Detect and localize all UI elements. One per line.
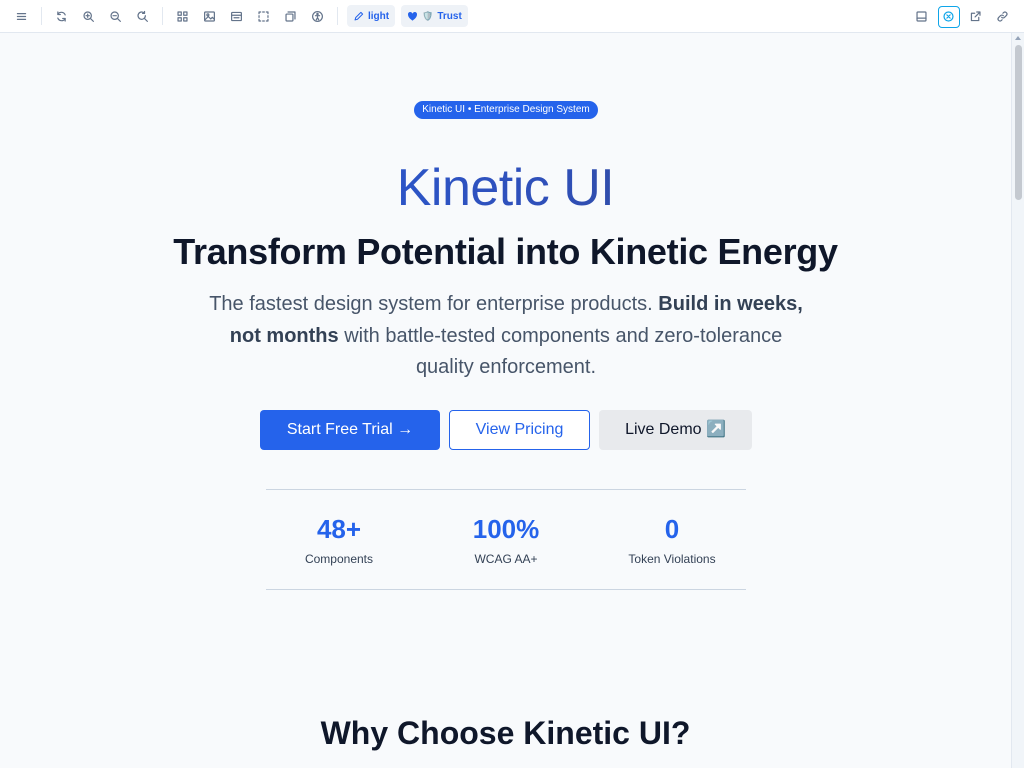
heart-icon	[408, 11, 418, 21]
pen-icon	[354, 11, 364, 20]
image-icon[interactable]	[199, 5, 221, 27]
hero-lead: The fastest design system for enterprise…	[200, 289, 812, 384]
stat-value: 48+	[316, 514, 362, 544]
layout-icon[interactable]	[226, 5, 248, 27]
grid-icon[interactable]	[172, 5, 194, 27]
theme-toggle[interactable]: light	[347, 5, 396, 27]
external-link-icon[interactable]	[965, 6, 987, 28]
trust-label: Trust	[437, 10, 462, 22]
toolbar-divider	[162, 7, 163, 25]
stat-components: 48+ Components	[259, 513, 419, 567]
link-icon[interactable]	[992, 6, 1014, 28]
theme-label: light	[368, 10, 390, 22]
refresh-icon[interactable]	[51, 5, 73, 27]
zoom-out-icon[interactable]	[105, 5, 127, 27]
zoom-in-icon[interactable]	[78, 5, 100, 27]
toolbar-divider	[337, 7, 338, 25]
stat-token-violations: 0 Token Violations	[592, 513, 752, 567]
stats-bottom-divider	[266, 589, 746, 590]
zoom-reset-icon[interactable]	[132, 5, 154, 27]
menu-icon[interactable]	[11, 5, 33, 27]
view-pricing-button[interactable]: View Pricing	[449, 410, 590, 450]
top-toolbar: light 🛡️ Trust	[0, 0, 1024, 33]
trust-toggle[interactable]: 🛡️ Trust	[401, 5, 468, 27]
stat-value: 100%	[472, 514, 540, 544]
layers-icon[interactable]	[280, 5, 302, 27]
hero-headline: Transform Potential into Kinetic Energy	[173, 231, 838, 272]
select-area-icon[interactable]	[253, 5, 275, 27]
shield-icon: 🛡️	[422, 10, 434, 21]
brand-title: Kinetic UI	[0, 158, 1011, 218]
stats-top-divider	[266, 489, 746, 490]
panel-icon[interactable]	[911, 6, 933, 28]
section-title: Why Choose Kinetic UI?	[320, 715, 691, 751]
stat-wcag: 100% WCAG AA+	[426, 513, 586, 567]
lead-text-start: The fastest design system for enterprise…	[209, 293, 659, 315]
start-free-trial-button[interactable]: Start Free Trial →	[260, 410, 440, 450]
toolbar-divider	[41, 7, 42, 25]
live-demo-button[interactable]: Live Demo ↗️	[599, 410, 752, 450]
close-circle-icon[interactable]	[937, 5, 960, 28]
page-scrollbar[interactable]	[1011, 33, 1024, 768]
accessibility-icon[interactable]	[307, 5, 329, 27]
stat-label: Components	[304, 552, 374, 566]
stat-label: Token Violations	[628, 552, 716, 566]
stat-label: WCAG AA+	[474, 552, 538, 566]
toolbar-right-group	[908, 0, 1016, 33]
scroll-thumb[interactable]	[1015, 45, 1022, 200]
lead-text-end: with battle-tested components and zero-t…	[338, 324, 783, 379]
stat-value: 0	[664, 514, 680, 544]
scroll-up-arrow-icon[interactable]	[1015, 36, 1021, 40]
hero-badge: Kinetic UI • Enterprise Design System	[414, 101, 598, 119]
